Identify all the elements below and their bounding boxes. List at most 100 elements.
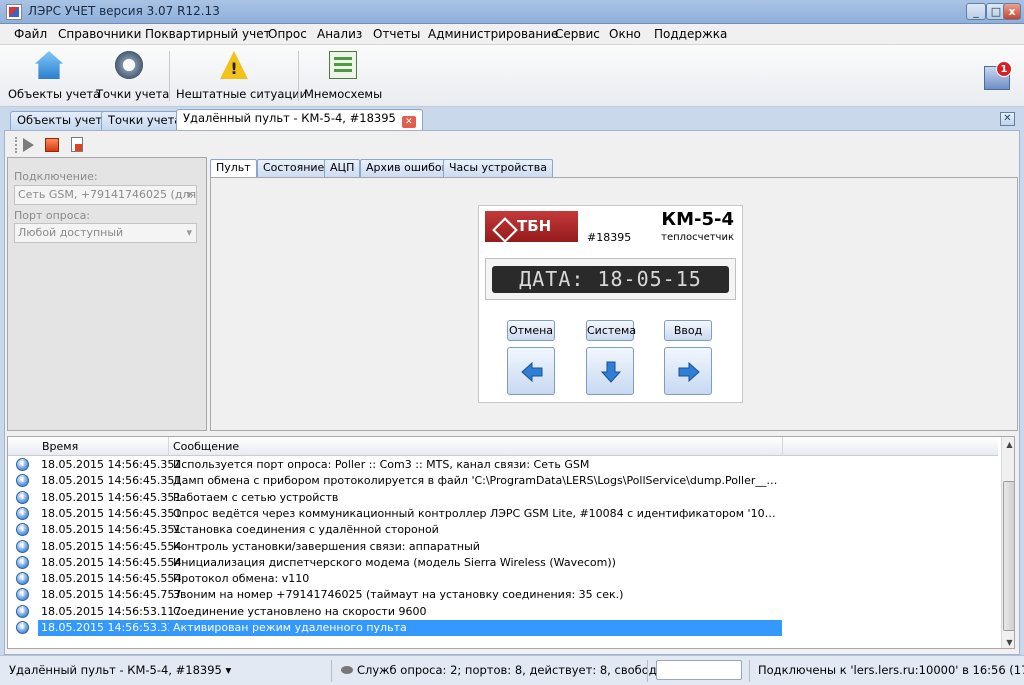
info-icon: i (16, 604, 29, 618)
connection-panel: Подключение: Сеть GSM, +79141746025 (для… (7, 157, 207, 431)
grip-icon (15, 137, 17, 153)
column-divider[interactable] (782, 437, 783, 456)
log-time: 18.05.2015 14:56:45.351 (41, 458, 182, 471)
connection-select[interactable]: Сеть GSM, +79141746025 (для с (14, 185, 197, 205)
status-poll: Служб опроса: 2; портов: 8, действует: 8… (341, 663, 686, 677)
log-row[interactable]: i 18.05.2015 14:56:45.351 Установка соедин… (8, 522, 998, 538)
brand-logo: ТБН (485, 211, 578, 242)
column-time[interactable]: Время (42, 440, 78, 453)
column-divider[interactable] (168, 437, 169, 456)
port-label: Порт опроса: (14, 209, 91, 222)
scroll-up-icon[interactable]: ▲ (1002, 437, 1014, 452)
log-message: Дамп обмена с прибором протоколируется в… (173, 474, 782, 488)
enter-button[interactable]: Ввод (664, 320, 712, 341)
device-serial: #18395 (587, 231, 632, 244)
log-time: 18.05.2015 14:56:45.351 (41, 474, 182, 488)
window-title: ЛЭРС УЧЕТ версия 3.07 R12.13 (28, 4, 220, 18)
status-poll-text: Служб опроса: 2; портов: 8, действует: 8… (357, 663, 687, 677)
incidents-button[interactable]: Нештатные ситуации (176, 49, 308, 103)
arrow-left-icon (521, 361, 543, 383)
menu-poll[interactable]: Опрос (268, 27, 307, 41)
device-face: ТБН #18395 КМ-5-4 теплосчетчик ДАТА: 18-… (478, 205, 743, 403)
objects-label: Объекты учета (8, 87, 101, 101)
status-connection: Подключены к 'lers.lers.ru:10000' в 16:5… (758, 663, 1024, 677)
right-arrow-button[interactable] (664, 347, 712, 395)
column-message[interactable]: Сообщение (173, 440, 239, 453)
log-row[interactable]: i 18.05.2015 14:56:45.554 Инициализация ди… (8, 555, 998, 571)
toolbar-separator (169, 51, 170, 101)
display-frame: ДАТА: 18-05-15 (485, 258, 736, 300)
objects-button[interactable]: Объекты учета (8, 49, 101, 103)
stop-icon[interactable] (45, 138, 59, 152)
close-document-icon[interactable]: ✕ (1000, 112, 1015, 126)
cancel-button[interactable]: Отмена (507, 320, 555, 341)
menu-window[interactable]: Окно (609, 27, 641, 41)
app-icon[interactable] (6, 4, 22, 20)
log-message: Звоним на номер +79141746025 (таймаут на… (173, 588, 624, 602)
log-row[interactable]: i 18.05.2015 14:56:45.554 Контроль установ… (8, 539, 998, 555)
status-separator (749, 660, 750, 682)
menu-apartment[interactable]: Поквартирный учет (145, 27, 271, 41)
log-message: Соединение установлено на скорости 9600 (173, 604, 427, 618)
incidents-label: Нештатные ситуации (176, 87, 308, 101)
tab-remote-panel-label: Удалённый пульт - КМ-5-4, #18395 (183, 111, 396, 125)
status-active-window[interactable]: Удалённый пульт - КМ-5-4, #18395 ▾ (9, 663, 231, 677)
log-scrollbar[interactable]: ▲ ▼ (1001, 437, 1014, 648)
menu-analysis[interactable]: Анализ (317, 27, 362, 41)
meter-icon (115, 51, 143, 79)
tab-remote-panel[interactable]: Удалённый пульт - КМ-5-4, #18395 ✕ (176, 109, 423, 130)
port-select[interactable]: Любой доступный (14, 223, 197, 243)
system-button[interactable]: Система (586, 320, 636, 341)
close-button[interactable]: x (1003, 3, 1021, 20)
log-row[interactable]: i 18.05.2015 14:56:53.117 Соединение устан… (8, 604, 998, 620)
scheme-icon (329, 51, 357, 79)
log-row[interactable]: i 18.05.2015 14:56:45.351 Опрос ведётся че… (8, 506, 998, 522)
tab-error-archive[interactable]: Архив ошибок (360, 159, 455, 177)
menu-admin[interactable]: Администрирование (428, 27, 558, 41)
log-message: Используется порт опроса: Poller :: Com3… (173, 458, 590, 471)
log-time: 18.05.2015 14:56:53.336 (38, 620, 181, 636)
log-row[interactable]: i 18.05.2015 14:56:53.336 Активирован режи… (8, 620, 998, 636)
log-row[interactable]: i 18.05.2015 14:56:45.351 Дамп обмена с пр… (8, 473, 998, 489)
log-row[interactable]: i 18.05.2015 14:56:45.351 Работаем с сетью… (8, 490, 998, 506)
points-label: Точки учета (96, 87, 170, 101)
connection-label: Подключение: (14, 170, 98, 183)
status-progress (656, 660, 742, 680)
toolbar-separator (298, 51, 299, 101)
log-row[interactable]: i 18.05.2015 14:56:45.554 Протокол обмена:… (8, 571, 998, 587)
arrow-right-icon (678, 361, 700, 383)
tab-close-icon[interactable]: ✕ (401, 116, 416, 128)
tab-console[interactable]: Пульт (210, 159, 257, 178)
arrow-down-icon (600, 361, 622, 383)
info-icon: i (16, 458, 29, 471)
minimize-button[interactable]: _ (966, 3, 986, 20)
log-row[interactable]: i 18.05.2015 14:56:45.351 Используется пор… (8, 457, 998, 473)
info-icon: i (16, 621, 29, 634)
device-type: теплосчетчик (661, 232, 734, 243)
menu-file[interactable]: Файл (14, 27, 47, 41)
title-bar: ЛЭРС УЧЕТ версия 3.07 R12.13 _ □ x (0, 0, 1024, 24)
down-arrow-button[interactable] (586, 347, 634, 395)
left-arrow-button[interactable] (507, 347, 555, 395)
export-icon[interactable] (71, 137, 83, 152)
log-time: 18.05.2015 14:56:45.554 (41, 539, 182, 553)
tab-device-clock[interactable]: Часы устройства (443, 159, 554, 177)
info-icon: i (16, 588, 29, 602)
menu-support[interactable]: Поддержка (654, 27, 727, 41)
schemes-button[interactable]: Мнемосхемы (304, 49, 382, 103)
points-button[interactable]: Точки учета (96, 49, 170, 103)
scroll-thumb[interactable] (1003, 481, 1014, 631)
log-message: Контроль установки/завершения связи: апп… (173, 539, 480, 553)
scroll-down-icon[interactable]: ▼ (1002, 635, 1014, 648)
menu-references[interactable]: Справочники (58, 27, 141, 41)
log-row[interactable]: i 18.05.2015 14:56:45.757 Звоним на номер … (8, 587, 998, 603)
house-icon (35, 51, 63, 79)
play-icon[interactable] (23, 138, 34, 152)
device-model: КМ-5-4 (661, 209, 734, 230)
tab-adc[interactable]: АЦП (324, 159, 361, 177)
tab-state[interactable]: Состояние (257, 159, 331, 177)
menu-service[interactable]: Сервис (555, 27, 600, 41)
device-display: ДАТА: 18-05-15 (492, 266, 729, 293)
info-icon: i (16, 506, 29, 520)
menu-reports[interactable]: Отчеты (373, 27, 420, 41)
